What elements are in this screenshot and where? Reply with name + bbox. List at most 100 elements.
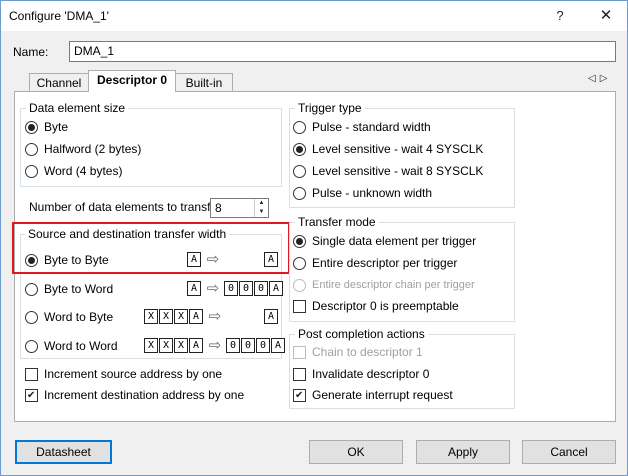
checkbox-label: Invalidate descriptor 0 [312,367,430,381]
radio-indicator[interactable] [293,186,306,200]
radio-single-element[interactable]: Single data element per trigger [293,233,476,249]
configure-dialog: Configure 'DMA_1' ? ✕ Name: DMA_1 Channe… [0,0,628,476]
cell: 0 [239,281,253,296]
radio-byte[interactable]: Byte [25,119,68,135]
check-increment-source[interactable]: Increment source address by one [25,366,222,382]
tab-built-in[interactable]: Built-in [175,73,233,92]
cell: X [174,309,188,324]
radio-entire-descriptor[interactable]: Entire descriptor per trigger [293,255,457,271]
radio-indicator[interactable] [293,234,306,248]
checkbox-label: Descriptor 0 is preemptable [312,299,459,313]
checkbox-label: Increment destination address by one [44,388,245,402]
radio-label: Level sensitive - wait 4 SYSCLK [312,142,484,156]
radio-indicator[interactable] [25,282,38,296]
cell: X [174,338,188,353]
radio-byte-to-word[interactable]: Byte to Word [25,281,113,297]
radio-label: Entire descriptor chain per trigger [312,279,475,291]
radio-entire-chain: Entire descriptor chain per trigger [293,277,475,293]
cell: X [159,309,173,324]
name-input[interactable]: DMA_1 [69,41,616,62]
radio-label: Pulse - unknown width [312,186,433,200]
cell: 0 [241,338,255,353]
tab-descriptor-0[interactable]: Descriptor 0 [88,70,176,92]
trigger-type-label: Trigger type [295,101,365,115]
transfer-mode-label: Transfer mode [295,215,379,229]
radio-indicator[interactable] [25,142,38,156]
radio-pulse-standard[interactable]: Pulse - standard width [293,119,431,135]
tab-scroll-left-icon[interactable]: ◁ [588,73,600,84]
cell: A [264,309,278,324]
radio-label: Single data element per trigger [312,234,477,248]
radio-indicator [293,278,306,292]
cell: A [189,338,203,353]
cell: X [159,338,173,353]
checkbox-label: Increment source address by one [44,367,223,381]
close-icon[interactable]: ✕ [598,8,614,24]
radio-level-4[interactable]: Level sensitive - wait 4 SYSCLK [293,141,483,157]
arrow-icon: ⇨ [208,336,222,354]
checkbox-indicator[interactable] [293,367,306,381]
cell: 0 [254,281,268,296]
radio-pulse-unknown[interactable]: Pulse - unknown width [293,185,432,201]
apply-button[interactable]: Apply [416,440,510,464]
cancel-button[interactable]: Cancel [522,440,616,464]
checkbox-label: Generate interrupt request [312,388,453,402]
radio-word-to-byte[interactable]: Word to Byte [25,309,113,325]
checkbox-indicator[interactable] [293,299,306,313]
check-preemptable[interactable]: Descriptor 0 is preemptable [293,298,459,314]
arrow-icon: ⇨ [208,307,222,325]
radio-indicator[interactable] [25,339,38,353]
radio-halfword[interactable]: Halfword (2 bytes) [25,141,141,157]
spin-buttons[interactable]: ▲ ▼ [254,199,268,217]
radio-label: Entire descriptor per trigger [312,256,458,270]
spin-up-icon[interactable]: ▲ [255,199,268,208]
title-bar: Configure 'DMA_1' ? ✕ [1,1,627,31]
radio-indicator[interactable] [293,120,306,134]
radio-label: Level sensitive - wait 8 SYSCLK [312,164,484,178]
num-elements-spinbox[interactable]: 8 ▲ ▼ [210,198,269,218]
radio-indicator[interactable] [293,256,306,270]
radio-label: Byte [44,120,69,134]
spin-down-icon[interactable]: ▼ [255,208,268,217]
radio-label: Byte to Word [44,282,114,296]
help-icon[interactable]: ? [552,8,568,24]
check-interrupt[interactable]: Generate interrupt request [293,387,453,403]
name-label: Name: [13,45,49,59]
cell: 0 [226,338,240,353]
radio-label: Word to Byte [44,310,114,324]
cell: A [187,281,201,296]
checkbox-indicator[interactable] [25,367,38,381]
post-completion-label: Post completion actions [295,327,428,341]
cell: A [269,281,283,296]
radio-word[interactable]: Word (4 bytes) [25,163,122,179]
radio-label: Word (4 bytes) [44,164,123,178]
tab-scroll-right-icon[interactable]: ▷ [600,73,612,84]
check-invalidate[interactable]: Invalidate descriptor 0 [293,366,429,382]
radio-level-8[interactable]: Level sensitive - wait 8 SYSCLK [293,163,483,179]
num-elements-value[interactable]: 8 [215,201,222,215]
radio-word-to-word[interactable]: Word to Word [25,338,118,354]
radio-indicator[interactable] [25,164,38,178]
cell: A [271,338,285,353]
selection-highlight [12,222,290,274]
radio-label: Word to Word [44,339,118,353]
tab-channel[interactable]: Channel [29,73,89,92]
datasheet-button[interactable]: Datasheet [15,440,112,464]
ok-button[interactable]: OK [309,440,403,464]
cell: X [144,309,158,324]
cell: X [144,338,158,353]
radio-indicator[interactable] [25,120,38,134]
radio-indicator[interactable] [293,142,306,156]
radio-indicator[interactable] [25,310,38,324]
checkbox-label: Chain to descriptor 1 [312,345,423,359]
word-to-byte-diagram: X X X A ⇨ [144,309,226,324]
checkbox-indicator[interactable] [25,388,38,402]
data-element-size-label: Data element size [26,101,129,115]
radio-indicator[interactable] [293,164,306,178]
radio-label: Halfword (2 bytes) [44,142,142,156]
check-chain-descriptor: Chain to descriptor 1 [293,344,423,360]
check-increment-destination[interactable]: Increment destination address by one [25,387,244,403]
num-elements-label: Number of data elements to transfer: [29,200,225,214]
cell: 0 [256,338,270,353]
checkbox-indicator[interactable] [293,388,306,402]
